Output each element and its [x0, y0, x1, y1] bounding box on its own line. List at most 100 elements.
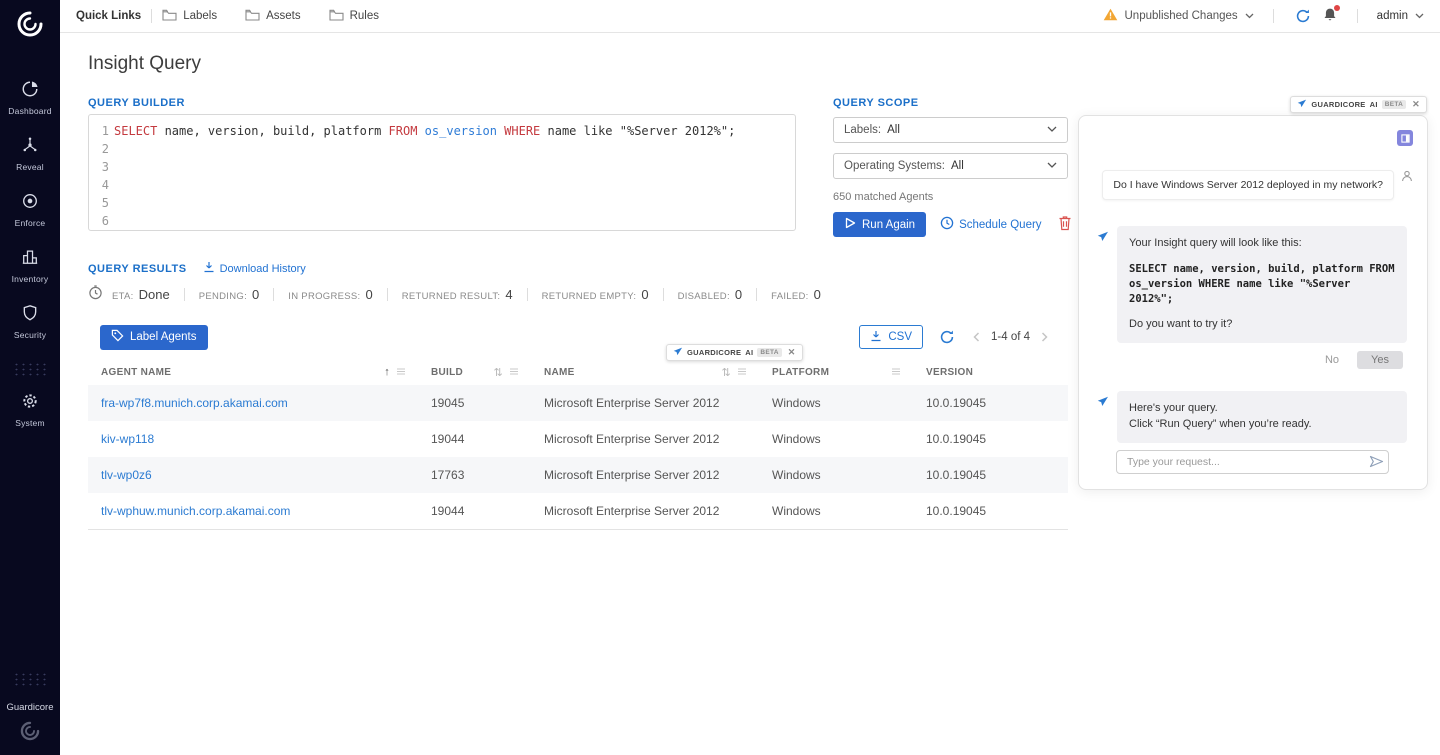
os-filter-dropdown[interactable]: Operating Systems: All [833, 153, 1068, 179]
matched-agents-count: 650 matched Agents [833, 191, 933, 203]
user-menu[interactable]: admin [1377, 10, 1424, 22]
run-again-button[interactable]: Run Again [833, 212, 926, 237]
query-scope-heading: QUERY SCOPE [833, 97, 919, 109]
sort-asc-icon[interactable]: ↑ [384, 366, 390, 378]
agent-name-link[interactable]: kiv-wp118 [88, 432, 418, 446]
labels-filter-value: All [887, 124, 900, 136]
send-icon[interactable] [1369, 455, 1384, 471]
notification-badge [1334, 5, 1340, 11]
username-label: admin [1377, 10, 1408, 22]
sidebar-item-security[interactable]: Security [0, 304, 60, 340]
download-history-link[interactable]: Download History [203, 261, 306, 276]
sql-code: SELECT name, version, build, platform FR… [114, 122, 787, 223]
eta-clock-icon [88, 285, 103, 303]
sort-icon[interactable]: ⇅ [493, 366, 503, 379]
nav-item-label: Labels [183, 10, 217, 22]
column-header-version[interactable]: VERSION [913, 359, 1068, 385]
divider [151, 9, 152, 23]
column-menu-icon[interactable] [397, 367, 405, 378]
column-menu-icon[interactable] [892, 367, 900, 378]
column-header-name[interactable]: NAME ⇅ [531, 359, 759, 385]
sidebar: Dashboard Reveal Enforce Inventory Secur… [0, 0, 60, 755]
yes-button[interactable]: Yes [1357, 351, 1403, 369]
agent-name-link[interactable]: tlv-wp0z6 [88, 468, 418, 482]
nav-item-labels[interactable]: Labels [162, 9, 217, 24]
refresh-icon[interactable] [1293, 6, 1313, 26]
bot-intro: Your Insight query will look like this: [1129, 236, 1395, 252]
schedule-query-link[interactable]: Schedule Query [940, 216, 1041, 233]
beta-badge: BETA [1382, 100, 1406, 109]
column-menu-icon[interactable] [510, 367, 518, 378]
suggested-query-code: SELECT name, version, build, platform FR… [1129, 262, 1395, 307]
os-name-cell: Microsoft Enterprise Server 2012 [531, 504, 759, 518]
sidebar-item-dashboard[interactable]: Dashboard [0, 80, 60, 116]
sidebar-menu: Dashboard Reveal Enforce Inventory Secur… [0, 80, 60, 448]
download-icon [870, 330, 882, 345]
status-disabled: DISABLED:0 [678, 287, 743, 302]
sidebar-item-label: Security [14, 330, 46, 340]
editor-line-numbers: 1 2 3 4 5 6 [95, 122, 109, 223]
user-message: Do I have Windows Server 2012 deployed i… [1097, 170, 1413, 200]
page-title: Insight Query [88, 53, 201, 75]
ai-logo-icon [1097, 396, 1109, 410]
divider [1357, 9, 1358, 23]
sql-editor[interactable]: 1 2 3 4 5 6 SELECT name, version, build,… [88, 114, 796, 231]
nav-item-label: Assets [266, 10, 301, 22]
sidebar-item-reveal[interactable]: Reveal [0, 136, 60, 172]
guardicore-footer-logo-icon [19, 720, 41, 745]
notifications-bell-icon[interactable] [1322, 7, 1338, 26]
column-header-platform[interactable]: PLATFORM [759, 359, 913, 385]
agent-name-link[interactable]: fra-wp7f8.munich.corp.akamai.com [88, 396, 418, 410]
agent-name-link[interactable]: tlv-wphuw.munich.corp.akamai.com [88, 504, 418, 518]
no-button[interactable]: No [1317, 351, 1347, 369]
column-menu-icon[interactable] [738, 367, 746, 378]
topbar: Quick Links Labels Assets Rules Unpublis… [60, 0, 1440, 33]
labels-filter-dropdown[interactable]: Labels: All [833, 117, 1068, 143]
pagination-prev[interactable] [971, 330, 982, 344]
ai-pill-ai: AI [1370, 100, 1378, 109]
table-row[interactable]: tlv-wphuw.munich.corp.akamai.com 19044 M… [88, 493, 1068, 529]
nav-item-assets[interactable]: Assets [245, 9, 301, 24]
pagination-next[interactable] [1039, 330, 1050, 344]
table-row[interactable]: fra-wp7f8.munich.corp.akamai.com 19045 M… [88, 385, 1068, 421]
bot-message-bubble: Your Insight query will look like this: … [1117, 226, 1407, 343]
nav-item-rules[interactable]: Rules [329, 9, 379, 24]
close-icon[interactable]: ✕ [1412, 100, 1420, 109]
close-icon[interactable]: ✕ [788, 348, 796, 357]
divider [527, 288, 528, 301]
security-shield-icon [21, 304, 39, 325]
play-icon [844, 217, 856, 232]
ai-logo-icon [1097, 231, 1109, 245]
confirm-buttons: No Yes [1097, 351, 1403, 369]
unpublished-changes-dropdown[interactable]: Unpublished Changes [1103, 8, 1254, 24]
brand-name: Guardicore [7, 702, 54, 713]
tag-icon [111, 329, 124, 345]
guardicore-ai-pill[interactable]: GUARDICORE AI BETA ✕ [1290, 96, 1427, 113]
sidebar-item-system[interactable]: System [0, 392, 60, 428]
sidebar-item-enforce[interactable]: Enforce [0, 192, 60, 228]
quick-links-label[interactable]: Quick Links [76, 10, 141, 22]
chat-input[interactable] [1116, 450, 1389, 474]
folder-icon [162, 9, 177, 24]
label-agents-button[interactable]: Label Agents [100, 325, 208, 350]
trash-icon [1058, 219, 1072, 234]
guardicore-ai-pill[interactable]: GUARDICORE AI BETA ✕ [666, 344, 803, 361]
pagination-range: 1-4 of 4 [991, 331, 1030, 343]
guardicore-logo-icon[interactable] [15, 9, 45, 42]
table-row[interactable]: tlv-wp0z6 17763 Microsoft Enterprise Ser… [88, 457, 1068, 493]
sidebar-item-inventory[interactable]: Inventory [0, 248, 60, 284]
column-header-build[interactable]: BUILD ⇅ [418, 359, 531, 385]
refresh-results-icon[interactable] [937, 327, 957, 347]
os-name-cell: Microsoft Enterprise Server 2012 [531, 432, 759, 446]
table-row[interactable]: kiv-wp118 19044 Microsoft Enterprise Ser… [88, 421, 1068, 457]
warning-icon [1103, 8, 1118, 24]
delete-query-button[interactable] [1056, 213, 1074, 236]
column-header-agent-name[interactable]: AGENT NAME ↑ [88, 359, 418, 385]
sort-icon[interactable]: ⇅ [721, 366, 731, 379]
chevron-down-icon [1047, 160, 1057, 172]
sidebar-divider-dots [13, 672, 47, 686]
export-csv-button[interactable]: CSV [859, 325, 923, 349]
ai-pill-ai: AI [745, 348, 753, 357]
platform-cell: Windows [759, 504, 913, 518]
ai-chat-panel: GUARDICORE AI BETA ✕ Do I have Windows S… [1078, 115, 1428, 490]
